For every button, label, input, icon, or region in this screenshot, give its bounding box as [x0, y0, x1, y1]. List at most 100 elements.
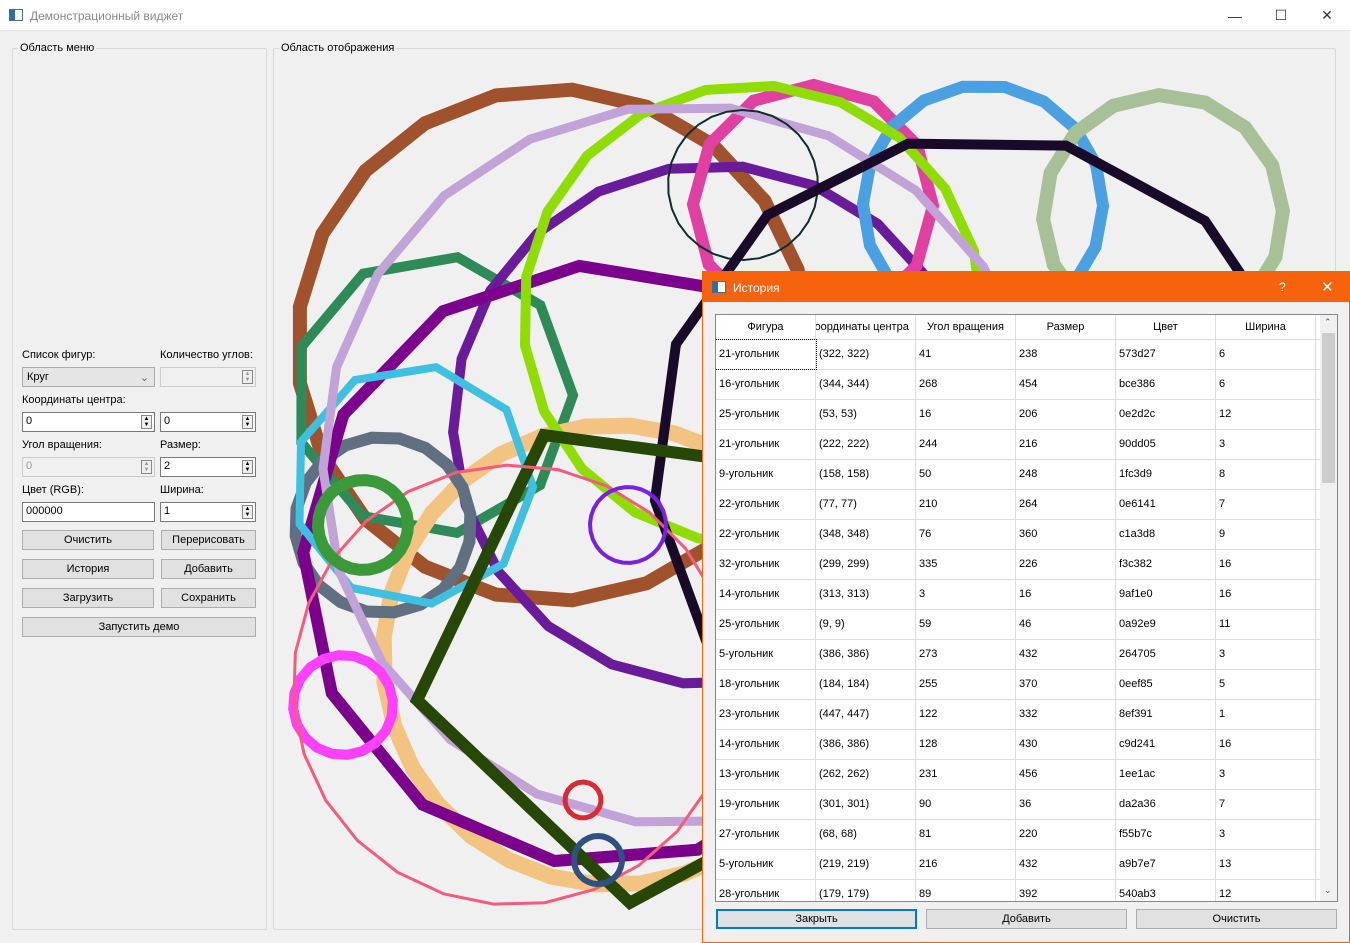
table-row[interactable]: 13-угольник (262, 262) 231 456 1ee1ac 3 [716, 760, 1337, 790]
table-cell[interactable]: 6 [1216, 370, 1316, 399]
table-cell[interactable]: 23-угольник [716, 700, 816, 729]
table-cell[interactable]: 9-угольник [716, 460, 816, 489]
table-cell[interactable]: 3 [1216, 430, 1316, 459]
table-cell[interactable]: (348, 348) [816, 520, 916, 549]
table-cell[interactable]: 255 [916, 670, 1016, 699]
table-cell[interactable]: (322, 322) [816, 340, 916, 369]
table-cell[interactable]: 335 [916, 550, 1016, 579]
table-cell[interactable]: (68, 68) [816, 820, 916, 849]
table-cell[interactable]: 360 [1016, 520, 1116, 549]
table-cell[interactable]: 22-угольник [716, 520, 816, 549]
table-row[interactable]: 14-угольник (313, 313) 3 16 9af1e0 16 [716, 580, 1337, 610]
table-cell[interactable]: 12 [1216, 880, 1316, 901]
table-cell[interactable]: 0e6141 [1116, 490, 1216, 519]
table-cell[interactable]: (184, 184) [816, 670, 916, 699]
table-cell[interactable]: 0e2d2c [1116, 400, 1216, 429]
table-cell[interactable]: 1fc3d9 [1116, 460, 1216, 489]
help-button[interactable]: ? [1279, 280, 1286, 294]
table-cell[interactable]: 89 [916, 880, 1016, 901]
column-header[interactable]: Фигура [716, 315, 816, 339]
table-cell[interactable]: 5-угольник [716, 850, 816, 879]
table-cell[interactable]: 90 [916, 790, 1016, 819]
corners-input[interactable]: ▲ ▼ [160, 367, 256, 387]
table-row[interactable]: 25-угольник (53, 53) 16 206 0e2d2c 12 [716, 400, 1337, 430]
table-cell[interactable]: 13 [1216, 850, 1316, 879]
table-cell[interactable]: 3 [1216, 640, 1316, 669]
column-header[interactable]: Цвет [1116, 315, 1216, 339]
table-cell[interactable]: (313, 313) [816, 580, 916, 609]
table-row[interactable]: 21-угольник (222, 222) 244 216 90dd05 3 [716, 430, 1337, 460]
size-input[interactable]: 2 ▲ ▼ [160, 457, 256, 477]
table-cell[interactable]: 264705 [1116, 640, 1216, 669]
table-cell[interactable]: 392 [1016, 880, 1116, 901]
table-row[interactable]: 21-угольник (322, 322) 41 238 573d27 6 [716, 339, 1337, 370]
table-row[interactable]: 19-угольник (301, 301) 90 36 da2a36 7 [716, 790, 1337, 820]
history-button[interactable]: История [22, 559, 154, 579]
table-cell[interactable]: 22-угольник [716, 490, 816, 519]
table-cell[interactable]: 19-угольник [716, 790, 816, 819]
color-input[interactable]: 000000 [22, 502, 155, 522]
table-cell[interactable]: 16-угольник [716, 370, 816, 399]
table-cell[interactable]: 16 [916, 400, 1016, 429]
table-cell[interactable]: 81 [916, 820, 1016, 849]
table-cell[interactable]: 226 [1016, 550, 1116, 579]
table-cell[interactable]: 7 [1216, 790, 1316, 819]
table-cell[interactable]: 32-угольник [716, 550, 816, 579]
table-cell[interactable]: 238 [1016, 340, 1116, 369]
table-cell[interactable]: (179, 179) [816, 880, 916, 901]
scroll-down-icon[interactable]: ⌄ [1324, 885, 1332, 896]
close-button[interactable]: Закрыть [716, 909, 917, 929]
table-cell[interactable]: (77, 77) [816, 490, 916, 519]
table-row[interactable]: 28-угольник (179, 179) 89 392 540ab3 12 [716, 880, 1337, 901]
table-cell[interactable]: 273 [916, 640, 1016, 669]
table-cell[interactable]: (447, 447) [816, 700, 916, 729]
table-cell[interactable]: 1 [1216, 700, 1316, 729]
center-y-input[interactable]: 0 ▲ ▼ [160, 412, 256, 432]
scrollbar[interactable]: ⌃ ⌄ [1320, 315, 1337, 901]
table-row[interactable]: 27-угольник (68, 68) 81 220 f55b7c 3 [716, 820, 1337, 850]
table-cell[interactable]: 76 [916, 520, 1016, 549]
table-cell[interactable]: 36 [1016, 790, 1116, 819]
table-cell[interactable]: 27-угольник [716, 820, 816, 849]
scroll-up-icon[interactable]: ⌃ [1324, 317, 1332, 328]
table-cell[interactable]: 8 [1216, 460, 1316, 489]
table-cell[interactable]: 28-угольник [716, 880, 816, 901]
spin-icon[interactable]: ▲ ▼ [242, 370, 253, 384]
table-cell[interactable]: (299, 299) [816, 550, 916, 579]
clear-button[interactable]: Очистить [22, 530, 154, 550]
width-input[interactable]: 1 ▲ ▼ [160, 502, 256, 522]
table-row[interactable]: 18-угольник (184, 184) 255 370 0eef85 5 [716, 670, 1337, 700]
table-cell[interactable]: 9 [1216, 520, 1316, 549]
table-cell[interactable]: 5 [1216, 670, 1316, 699]
table-cell[interactable]: 11 [1216, 610, 1316, 639]
table-cell[interactable]: 231 [916, 760, 1016, 789]
table-cell[interactable]: (219, 219) [816, 850, 916, 879]
dialog-add-button[interactable]: Добавить [926, 909, 1127, 929]
table-cell[interactable]: 268 [916, 370, 1016, 399]
spin-icon[interactable]: ▲ ▼ [141, 415, 152, 429]
column-header[interactable]: Ширина [1216, 315, 1316, 339]
minimize-icon[interactable]: — [1212, 0, 1258, 31]
table-cell[interactable]: 0eef85 [1116, 670, 1216, 699]
table-cell[interactable]: 210 [916, 490, 1016, 519]
table-cell[interactable]: 6 [1216, 340, 1316, 369]
table-cell[interactable]: 216 [916, 850, 1016, 879]
run-demo-button[interactable]: Запустить демо [22, 617, 256, 637]
table-cell[interactable]: 432 [1016, 850, 1116, 879]
table-cell[interactable]: 16 [1216, 550, 1316, 579]
spin-icon[interactable]: ▲ ▼ [242, 415, 253, 429]
table-cell[interactable]: 59 [916, 610, 1016, 639]
dialog-clear-button[interactable]: Очистить [1136, 909, 1337, 929]
add-button[interactable]: Добавить [161, 559, 256, 579]
spin-icon[interactable]: ▲ ▼ [242, 505, 253, 519]
table-cell[interactable]: 332 [1016, 700, 1116, 729]
table-cell[interactable]: 46 [1016, 610, 1116, 639]
table-cell[interactable]: (262, 262) [816, 760, 916, 789]
table-cell[interactable]: f3c382 [1116, 550, 1216, 579]
table-cell[interactable]: 220 [1016, 820, 1116, 849]
table-cell[interactable]: 216 [1016, 430, 1116, 459]
table-cell[interactable]: 454 [1016, 370, 1116, 399]
table-cell[interactable]: 25-угольник [716, 400, 816, 429]
spin-icon[interactable]: ▲ ▼ [242, 460, 253, 474]
table-cell[interactable]: 5-угольник [716, 640, 816, 669]
